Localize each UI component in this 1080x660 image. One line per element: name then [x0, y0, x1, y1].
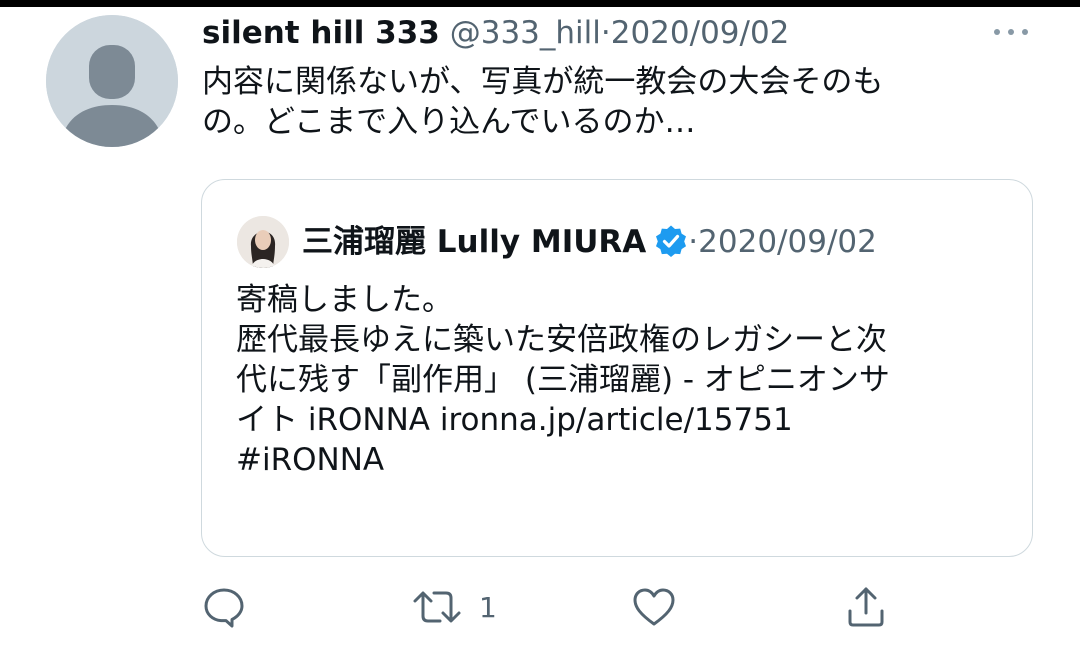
- quoted-text-line: 代に残す「副作用」 (三浦瑠麗) - オピニオンサ: [236, 362, 890, 398]
- quoted-text-line: 歴代最長ゆえに築いた安倍政権のレガシーと次: [236, 322, 887, 358]
- quoted-avatar[interactable]: [237, 216, 289, 268]
- like-button[interactable]: [630, 572, 678, 642]
- quoted-tweet-card[interactable]: 三浦瑠麗 Lully MIURA ·2020/09/02 寄稿しました。 歴代最…: [201, 179, 1033, 557]
- verified-badge-icon: [654, 224, 688, 258]
- tweet-text-line: の。どこまで入り込んでいるのか…: [202, 104, 696, 140]
- tweet-date[interactable]: 2020/09/02: [611, 15, 790, 51]
- tweet-header: silent hill 333 @333_hill·2020/09/02: [202, 13, 789, 53]
- tweet-text: 内容に関係ないが、写真が統一教会の大会そのも の。どこまで入り込んでいるのか…: [202, 62, 1012, 142]
- quoted-header-separator: ·: [688, 224, 699, 260]
- status-bar-strip: [0, 0, 1080, 7]
- quoted-text-line: 寄稿しました。: [236, 282, 453, 318]
- share-icon: [848, 587, 884, 627]
- quoted-tweet-text: 寄稿しました。 歴代最長ゆえに築いた安倍政権のレガシーと次 代に残す「副作用」 …: [236, 280, 1016, 480]
- avatar[interactable]: [46, 15, 178, 147]
- author-handle[interactable]: @333_hill: [450, 15, 601, 51]
- tweet-actions-bar: 1: [0, 572, 1080, 642]
- quoted-author-name[interactable]: 三浦瑠麗 Lully MIURA: [302, 224, 646, 260]
- reply-button[interactable]: [200, 572, 248, 642]
- quoted-header: 三浦瑠麗 Lully MIURA ·2020/09/02: [302, 220, 877, 264]
- reply-icon: [204, 588, 244, 628]
- more-dots-icon[interactable]: [990, 20, 1032, 44]
- profile-photo-icon: [237, 216, 289, 268]
- quoted-hashtag[interactable]: #iRONNA: [236, 440, 1016, 480]
- retweet-count: 1: [479, 590, 497, 624]
- default-profile-icon: [46, 15, 178, 147]
- quoted-text-line: イト iRONNA ironna.jp/article/15751: [236, 402, 793, 438]
- tweet-text-line: 内容に関係ないが、写真が統一教会の大会そのも: [202, 64, 884, 100]
- heart-icon: [633, 588, 675, 626]
- author-name[interactable]: silent hill 333: [202, 15, 440, 51]
- quoted-tweet-date[interactable]: 2020/09/02: [698, 224, 877, 260]
- retweet-button[interactable]: 1: [411, 572, 497, 642]
- header-separator: ·: [600, 15, 611, 51]
- retweet-icon: [413, 591, 461, 623]
- share-button[interactable]: [842, 572, 890, 642]
